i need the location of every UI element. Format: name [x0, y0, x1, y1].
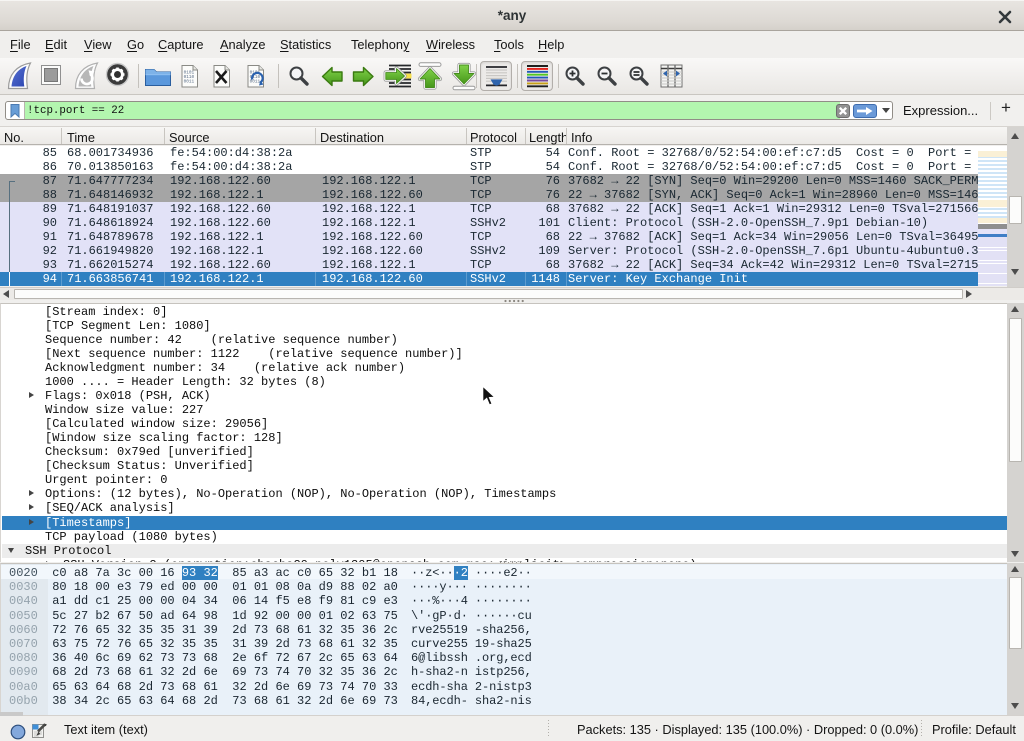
svg-text:0011: 0011 [184, 80, 195, 85]
svg-text:0011: 0011 [250, 80, 261, 85]
